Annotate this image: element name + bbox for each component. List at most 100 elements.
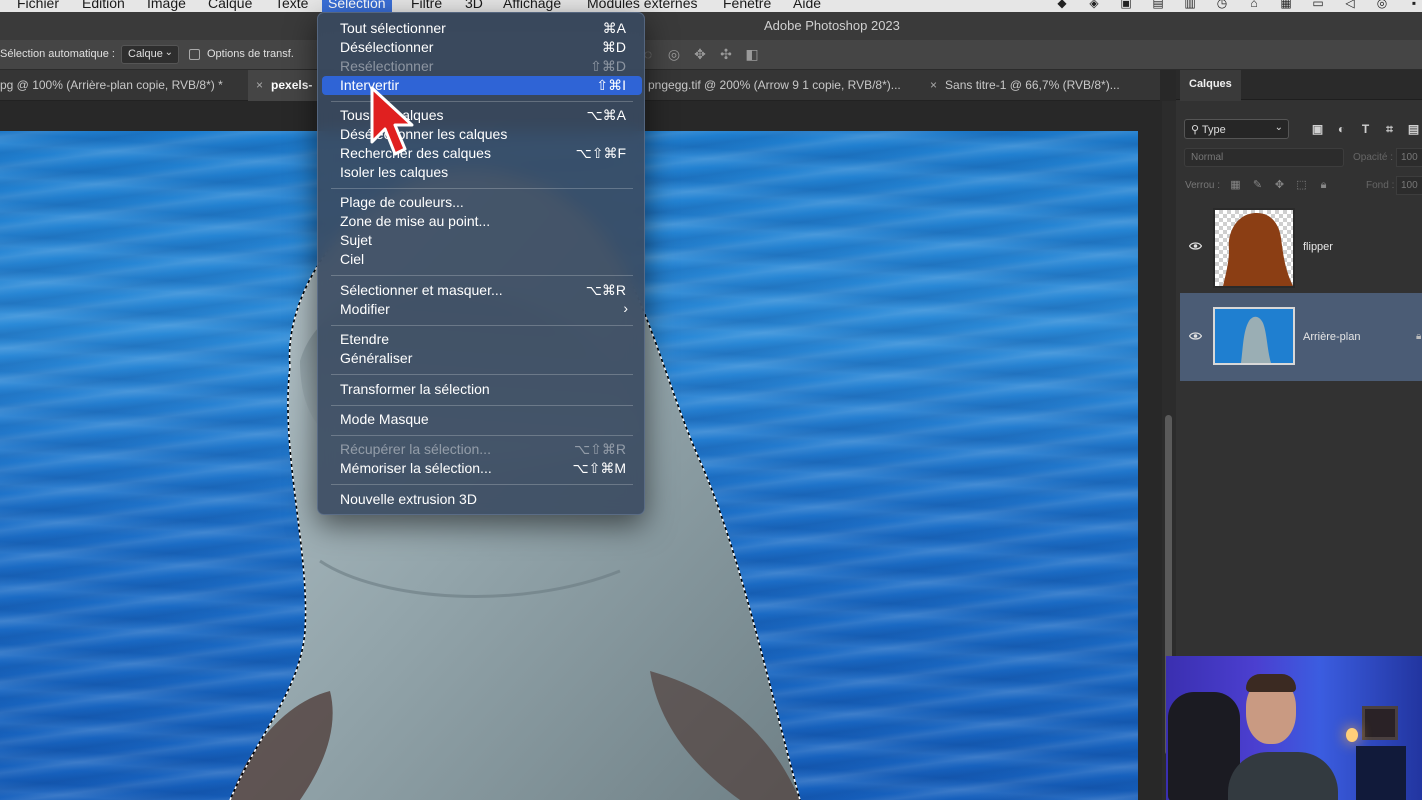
menu-item-memoriser-la-selection[interactable]: Mémoriser la sélection... ⌥⇧⌘M — [322, 459, 642, 478]
blend-mode-dropdown[interactable]: Normal — [1184, 148, 1344, 167]
camera-icon[interactable]: ▣ — [1118, 0, 1134, 10]
drag-3d-icon[interactable]: ✥ — [692, 46, 708, 62]
display-icon[interactable]: ▤ — [1150, 0, 1166, 10]
lock-label: Verrou : — [1185, 180, 1221, 191]
doc-tab-label: pngegg.tif @ 200% (Arrow 9 1 copie, RVB/… — [648, 78, 901, 92]
menu-edition[interactable]: Edition — [82, 0, 125, 11]
transform-options-checkbox[interactable] — [189, 49, 200, 60]
menu-item-mode-masque[interactable]: Mode Masque — [322, 410, 642, 429]
photoshop-window: Fichier Edition Image Calque Texte Sélec… — [0, 0, 1422, 800]
smart-object-filter-icon[interactable]: ▤ — [1406, 122, 1421, 137]
menu-fichier[interactable]: Fichier — [17, 0, 59, 11]
lock-pixels-icon[interactable]: ✎ — [1251, 179, 1264, 192]
menu-calque[interactable]: Calque — [208, 0, 252, 11]
menu-item-label: Tout sélectionner — [340, 20, 446, 36]
opacity-field[interactable]: 100 — [1396, 148, 1422, 167]
close-icon[interactable]: × — [930, 78, 937, 92]
chevron-down-icon: ⌄ — [1274, 122, 1283, 133]
fill-field[interactable]: 100 — [1396, 176, 1422, 195]
clock-icon[interactable]: ◷ — [1214, 0, 1230, 10]
menu-item-isoler-les-calques[interactable]: Isoler les calques — [322, 163, 642, 182]
eye-icon[interactable] — [1189, 241, 1202, 251]
menu-item-selectionner-et-masquer[interactable]: Sélectionner et masquer... ⌥⌘R — [322, 281, 642, 300]
lock-artboard-icon[interactable]: ⬚ — [1295, 179, 1308, 192]
doc-tab-3[interactable]: pngegg.tif @ 200% (Arrow 9 1 copie, RVB/… — [648, 70, 901, 101]
menu-item-etendre[interactable]: Etendre — [322, 330, 642, 349]
video-camera-icon[interactable]: ◧ — [744, 46, 760, 62]
menu-filtre[interactable]: Filtre — [411, 0, 442, 11]
menu-item-plage-de-couleurs[interactable]: Plage de couleurs... — [322, 193, 642, 212]
roll-3d-icon[interactable]: ◎ — [666, 46, 682, 62]
home-icon[interactable]: ⌂ — [1246, 0, 1262, 10]
keyboard-icon[interactable]: ▪ — [1406, 0, 1422, 10]
menu-item-sujet[interactable]: Sujet — [322, 231, 642, 250]
menu-affichage[interactable]: Affichage — [503, 0, 561, 11]
menu-image[interactable]: Image — [147, 0, 186, 11]
lock-transparency-icon[interactable]: ▦ — [1229, 179, 1242, 192]
layer-filter-dropdown[interactable]: ⚲ Type ⌄ — [1184, 119, 1289, 139]
menu-item-tout-selectionner[interactable]: Tout sélectionner ⌘A — [322, 19, 642, 38]
desk-shelf — [1356, 746, 1406, 800]
menu-item-recuperer-la-selection[interactable]: Récupérer la sélection... ⌥⇧⌘R — [322, 440, 642, 459]
tab-calques[interactable]: Calques — [1180, 70, 1241, 101]
menu-item-nouvelle-extrusion-3d[interactable]: Nouvelle extrusion 3D — [322, 490, 642, 509]
layer-row-flipper[interactable]: flipper — [1180, 203, 1422, 291]
blend-mode-value: Normal — [1191, 152, 1224, 163]
status-app-icon[interactable]: ◆ — [1054, 0, 1070, 10]
3d-mode-icons: ◌ ◎ ✥ ✣ ◧ — [640, 46, 770, 62]
menu-separator — [331, 405, 633, 406]
doc-tab-2[interactable]: × pexels- — [248, 70, 318, 101]
selection-menu: Tout sélectionner ⌘A Désélectionner ⌘D R… — [317, 12, 645, 515]
menu-item-shortcut: ⌘A — [602, 20, 626, 36]
menu-item-generaliser[interactable]: Généraliser — [322, 349, 642, 368]
menu-aide[interactable]: Aide — [793, 0, 821, 11]
layer-thumbnail — [1213, 208, 1295, 288]
menu-item-ciel[interactable]: Ciel — [322, 250, 642, 269]
close-icon[interactable]: × — [256, 78, 263, 92]
menu-texte[interactable]: Texte — [275, 0, 308, 11]
menu-item-modifier[interactable]: Modifier › — [322, 300, 642, 319]
menu-item-transformer-la-selection[interactable]: Transformer la sélection — [322, 380, 642, 399]
layer-filter-icons: ▣ ◐ T ⌗ ▤ — [1310, 122, 1422, 137]
shape-filter-icon[interactable]: ⌗ — [1382, 122, 1397, 137]
adjustment-filter-icon[interactable]: ◐ — [1334, 122, 1349, 137]
auto-select-dropdown[interactable]: Calque ⌄ — [121, 45, 179, 64]
monitor-icon[interactable]: ▭ — [1310, 0, 1326, 10]
menu-separator — [331, 484, 633, 485]
webcam-overlay — [1166, 656, 1422, 800]
eye-icon[interactable] — [1189, 331, 1202, 341]
menu-item-label: Ciel — [340, 251, 365, 267]
wifi-icon[interactable]: ◎ — [1374, 0, 1390, 10]
volume-icon[interactable]: ◁ — [1342, 0, 1358, 10]
menu-item-label: Désélectionner — [340, 39, 434, 55]
layer-lock-icon: 🔒︎ — [1416, 331, 1422, 342]
lock-icons: ▦ ✎ ✥ ⬚ 🔒︎ — [1229, 179, 1339, 192]
doc-tab-1[interactable]: pg @ 100% (Arrière-plan copie, RVB/8*) * — [0, 70, 223, 101]
menu-fenetre[interactable]: Fenêtre — [723, 0, 771, 11]
slide-3d-icon[interactable]: ✣ — [718, 46, 734, 62]
menu-item-zone-de-mise-au-point[interactable]: Zone de mise au point... — [322, 212, 642, 231]
menu-separator — [331, 275, 633, 276]
menu-item-label: Zone de mise au point... — [340, 213, 491, 229]
doc-tab-4[interactable]: × Sans titre-1 @ 66,7% (RVB/8*)... — [930, 70, 1120, 101]
menu-item-label: Sujet — [340, 232, 372, 248]
clipboard-icon[interactable]: ▥ — [1182, 0, 1198, 10]
pixel-filter-icon[interactable]: ▣ — [1310, 122, 1325, 137]
menu-selection[interactable]: Sélection — [322, 0, 392, 12]
opacity-label: Opacité : — [1353, 152, 1394, 163]
app-status-icon[interactable]: ▦ — [1278, 0, 1294, 10]
menu-item-shortcut: ⌥⌘A — [586, 107, 626, 123]
lock-position-icon[interactable]: ✥ — [1273, 179, 1286, 192]
type-filter-icon[interactable]: T — [1358, 122, 1373, 137]
menu-item-reselectionner[interactable]: Resélectionner ⇧⌘D — [322, 57, 642, 76]
lock-all-icon[interactable]: 🔒︎ — [1317, 179, 1330, 192]
menu-separator — [331, 374, 633, 375]
menu-3d[interactable]: 3D — [465, 0, 483, 11]
menu-bar: Fichier Edition Image Calque Texte Sélec… — [0, 0, 1422, 12]
menu-item-deselectionner[interactable]: Désélectionner ⌘D — [322, 38, 642, 57]
layer-row-arriere-plan[interactable]: Arrière-plan 🔒︎ — [1180, 293, 1422, 381]
presenter-hair — [1246, 674, 1296, 692]
dropbox-icon[interactable]: ◈ — [1086, 0, 1102, 10]
menu-item-shortcut: ⌥⇧⌘F — [575, 145, 626, 161]
menu-modules-externes[interactable]: Modules externes — [587, 0, 698, 11]
